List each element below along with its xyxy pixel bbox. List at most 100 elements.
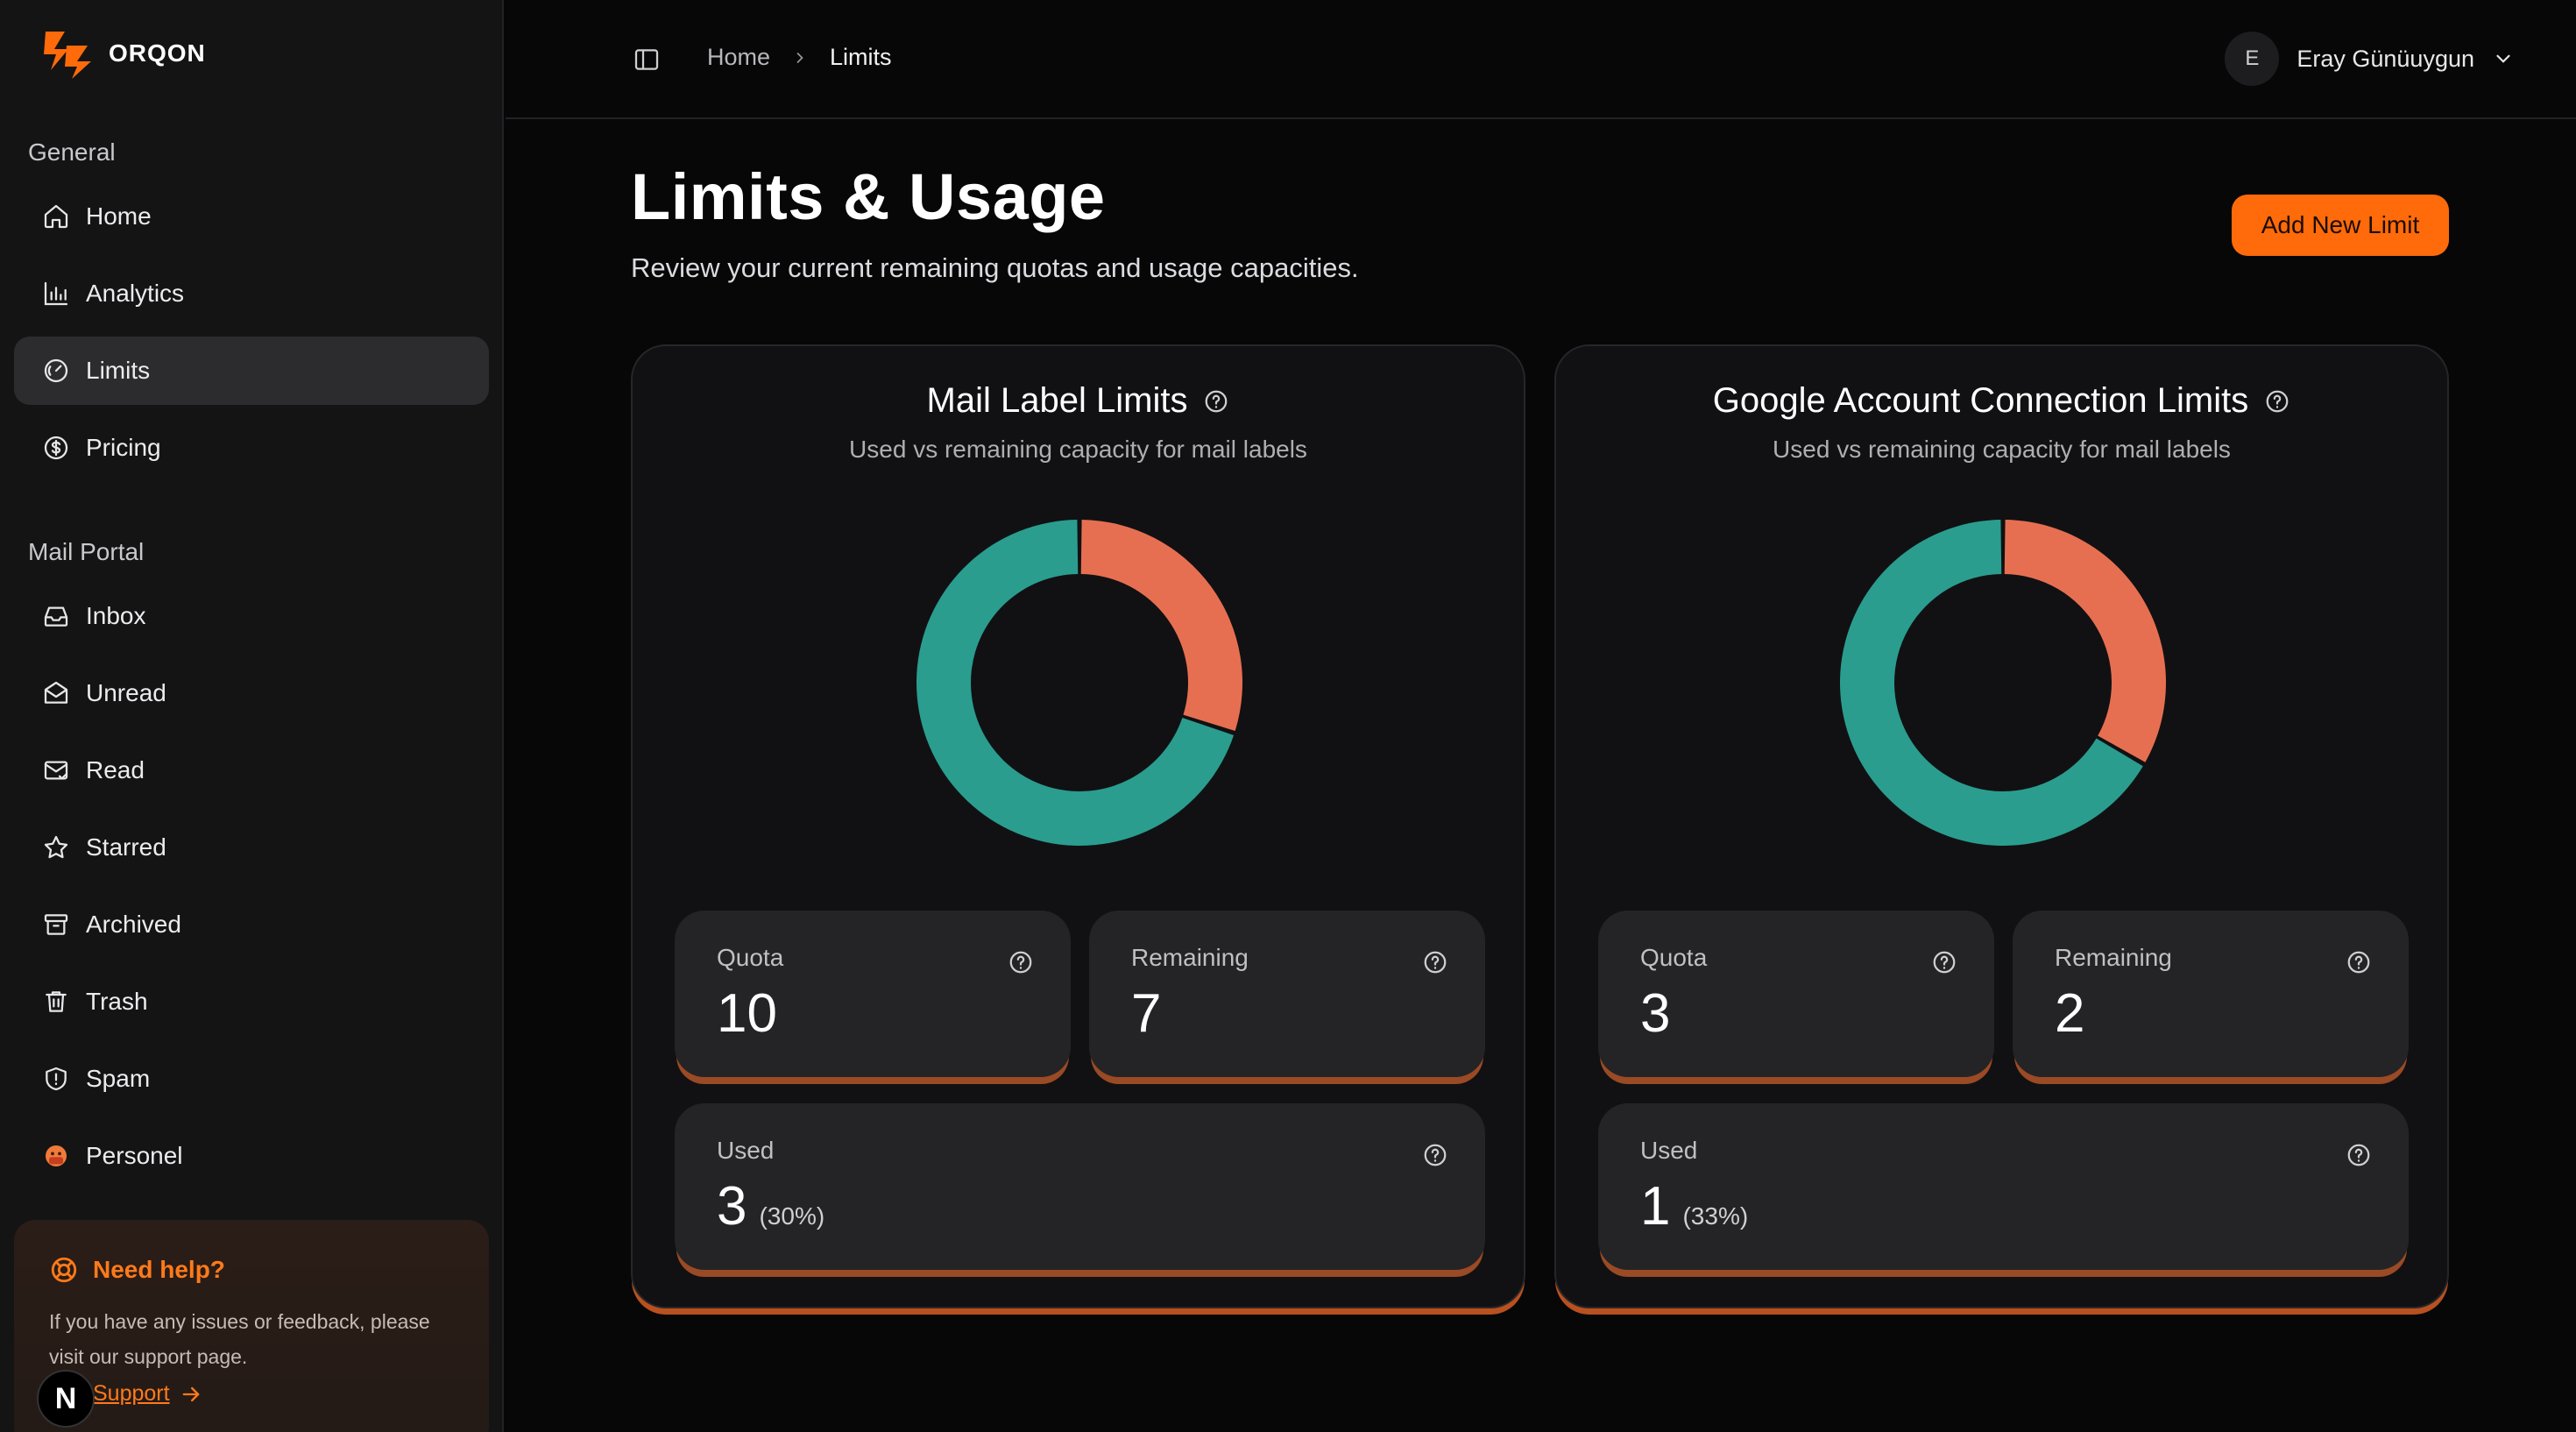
breadcrumb: Home Limits	[707, 44, 892, 71]
stat-label: Remaining	[1131, 944, 1249, 971]
quota-stat: Quota 10	[675, 911, 1071, 1077]
used-stat: Used 3 (30%)	[675, 1103, 1485, 1270]
help-circle-icon[interactable]	[1422, 949, 1448, 975]
stat-label: Quota	[717, 944, 784, 971]
lifebuoy-icon	[51, 1257, 77, 1283]
sidebar-item-trash[interactable]: Trash	[14, 968, 489, 1036]
stat-label: Quota	[1640, 944, 1708, 971]
help-circle-icon[interactable]	[2264, 388, 2290, 415]
sidebar-item-unread[interactable]: Unread	[14, 659, 489, 727]
support-link[interactable]: Support	[49, 1381, 454, 1407]
sidebar-item-label: Archived	[86, 911, 181, 938]
sidebar-item-starred[interactable]: Starred	[14, 813, 489, 882]
arrow-right-icon	[182, 1386, 199, 1401]
card-title: Google Account Connection Limits	[1556, 381, 2447, 421]
framework-badge[interactable]: N	[37, 1370, 95, 1428]
sidebar-item-label: Home	[86, 202, 152, 230]
used-stat: Used 1 (33%)	[1598, 1103, 2409, 1270]
quota-stat: Quota 3	[1598, 911, 1994, 1077]
add-new-limit-button[interactable]: Add New Limit	[2232, 195, 2449, 256]
stat-value: 7	[1131, 983, 1162, 1044]
home-icon	[44, 204, 68, 229]
brand-name: ORQON	[109, 39, 206, 67]
help-circle-icon[interactable]	[1422, 1142, 1448, 1168]
star-icon	[44, 835, 68, 859]
top-header: Home Limits E Eray Günüuygun	[506, 0, 2576, 119]
sidebar: ORQON General Home Analytics Limits Pric…	[0, 0, 504, 1432]
help-circle-icon[interactable]	[1203, 388, 1229, 415]
sidebar-toggle-icon[interactable]	[633, 46, 661, 74]
sidebar-item-limits[interactable]: Limits	[14, 337, 489, 405]
sidebar-item-label: Spam	[86, 1065, 151, 1092]
emoji-icon	[46, 1145, 67, 1166]
stat-value: 3	[1640, 983, 1671, 1044]
card-subtitle: Used vs remaining capacity for mail labe…	[1773, 436, 2231, 463]
section-label-mail-portal: Mail Portal	[28, 538, 145, 565]
archive-icon	[44, 914, 68, 935]
sidebar-item-spam[interactable]: Spam	[14, 1045, 489, 1113]
stat-label: Remaining	[2055, 944, 2172, 971]
card-title: Mail Label Limits	[633, 381, 1524, 421]
remaining-stat: Remaining 2	[2013, 911, 2409, 1077]
sidebar-item-label: Pricing	[86, 434, 161, 461]
gauge-icon	[44, 358, 68, 383]
sidebar-item-label: Analytics	[86, 280, 185, 307]
sidebar-item-archived[interactable]: Archived	[14, 890, 489, 959]
stat-value: 1 (33%)	[1640, 1176, 1749, 1237]
section-label-general: General	[28, 138, 116, 166]
help-circle-icon[interactable]	[1931, 949, 1957, 975]
sidebar-item-label: Inbox	[86, 602, 146, 629]
sidebar-item-label: Starred	[86, 833, 166, 861]
page-subtitle: Review your current remaining quotas and…	[631, 252, 1359, 283]
usage-donut-chart	[1840, 520, 2166, 846]
help-circle-icon[interactable]	[2346, 949, 2372, 975]
breadcrumb-current: Limits	[830, 44, 892, 70]
donut-segment-used[interactable]	[2004, 520, 2166, 762]
brand-logo[interactable]: ORQON	[39, 25, 206, 82]
orqon-logo-icon	[44, 32, 91, 79]
breadcrumb-home[interactable]: Home	[707, 44, 770, 71]
avatar: E	[2225, 32, 2280, 86]
stat-value: 2	[2055, 983, 2085, 1044]
donut-segment-used[interactable]	[1080, 520, 1242, 732]
limit-card: Google Account Connection Limits Used vs…	[1554, 344, 2449, 1308]
help-circle-icon[interactable]	[1008, 949, 1034, 975]
card-subtitle: Used vs remaining capacity for mail labe…	[849, 436, 1307, 463]
user-name: Eray Günüuygun	[2296, 45, 2474, 72]
stat-value: 10	[717, 983, 777, 1044]
sidebar-item-personel[interactable]: Personel	[14, 1122, 489, 1190]
remaining-stat: Remaining 7	[1089, 911, 1485, 1077]
trash-icon	[46, 991, 67, 1012]
mail-open-icon	[44, 681, 68, 704]
bar-chart-icon	[44, 281, 68, 306]
mail-check-icon	[44, 761, 68, 780]
used-percent: (33%)	[1682, 1202, 1749, 1230]
dollar-circle-icon	[44, 436, 68, 460]
sidebar-item-label: Trash	[86, 988, 148, 1015]
help-title: Need help?	[49, 1255, 454, 1285]
limit-card: Mail Label Limits Used vs remaining capa…	[631, 344, 1525, 1308]
sidebar-item-label: Unread	[86, 679, 166, 706]
stat-value: 3 (30%)	[717, 1176, 825, 1237]
chevron-right-icon	[796, 52, 803, 63]
sidebar-item-read[interactable]: Read	[14, 736, 489, 805]
help-text: If you have any issues or feedback, plea…	[49, 1310, 430, 1368]
chevron-down-icon	[2496, 54, 2510, 63]
stat-label: Used	[1640, 1137, 1698, 1164]
sidebar-item-label: Limits	[86, 357, 151, 384]
inbox-icon	[44, 606, 68, 627]
page-title: Limits & Usage	[631, 160, 1106, 233]
app-root: ORQON General Home Analytics Limits Pric…	[0, 0, 2576, 1432]
sidebar-item-label: Read	[86, 756, 145, 783]
used-percent: (30%)	[759, 1202, 825, 1230]
help-circle-icon[interactable]	[2346, 1142, 2372, 1168]
user-menu[interactable]: E Eray Günüuygun	[2225, 32, 2515, 86]
sidebar-item-analytics[interactable]: Analytics	[14, 259, 489, 328]
sidebar-item-label: Personel	[86, 1142, 183, 1169]
usage-donut-chart	[916, 520, 1242, 846]
sidebar-item-inbox[interactable]: Inbox	[14, 582, 489, 650]
sidebar-item-pricing[interactable]: Pricing	[14, 414, 489, 482]
sidebar-item-home[interactable]: Home	[14, 182, 489, 251]
shield-icon	[46, 1067, 67, 1091]
stat-label: Used	[717, 1137, 775, 1164]
